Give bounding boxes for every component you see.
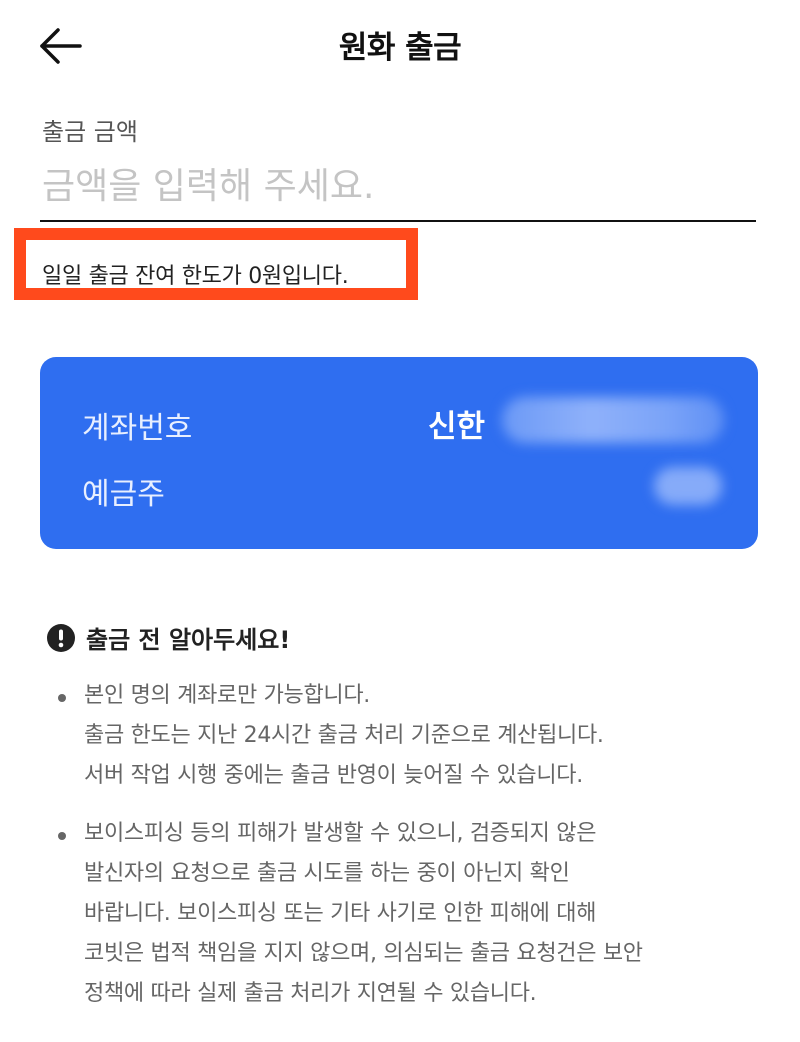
notice-title: 출금 전 알아두세요! <box>86 626 291 654</box>
notice-line: 보이스피싱 등의 피해가 발생할 수 있으니, 검증되지 않은 <box>84 821 597 846</box>
daily-limit-message: 일일 출금 잔여 한도가 0원입니다. <box>42 264 349 289</box>
bullet-dot <box>58 832 66 840</box>
page-title: 원화 출금 <box>338 30 462 66</box>
notice-line: 출금 한도는 지난 24시간 출금 처리 기준으로 계산됩니다. <box>84 723 604 748</box>
account-card: 계좌번호 예금주 신한 <box>40 357 758 549</box>
bullet-dot <box>58 694 66 702</box>
withdraw-krw-screen: 원화 출금 출금 금액 일일 출금 잔여 한도가 0원입니다. 계좌번호 예금주… <box>0 0 800 1042</box>
notice-line: 본인 명의 계좌로만 가능합니다. <box>84 683 370 708</box>
notice-list: 본인 명의 계좌로만 가능합니다. 출금 한도는 지난 24시간 출금 처리 기… <box>58 676 778 1014</box>
notice-line: 정책에 따라 실제 출금 처리가 지연될 수 있습니다. <box>84 981 537 1006</box>
list-item: 보이스피싱 등의 피해가 발생할 수 있으니, 검증되지 않은 발신자의 요청으… <box>58 814 778 1014</box>
list-item: 본인 명의 계좌로만 가능합니다. 출금 한도는 지난 24시간 출금 처리 기… <box>58 676 778 796</box>
bank-name: 신한 <box>428 409 486 445</box>
notice-heading: 출금 전 알아두세요! <box>46 620 290 655</box>
notice-line: 발신자의 요청으로 출금 시도를 하는 중이 아닌지 확인 <box>84 861 570 886</box>
alert-circle-icon <box>47 623 75 652</box>
notice-line: 바랍니다. 보이스피싱 또는 기타 사기로 인한 피해에 대해 <box>84 901 597 926</box>
account-owner-redacted <box>654 467 722 505</box>
amount-label: 출금 금액 <box>42 118 138 146</box>
notice-line: 코빗은 법적 책임을 지지 않으며, 의심되는 출금 요청건은 보안 <box>84 941 643 966</box>
account-number-label: 계좌번호 <box>82 411 193 446</box>
account-owner-label: 예금주 <box>82 477 165 512</box>
amount-input[interactable] <box>40 152 756 222</box>
header: 원화 출금 <box>0 0 800 92</box>
account-number-redacted <box>502 397 724 443</box>
notice-line: 서버 작업 시행 중에는 출금 반영이 늦어질 수 있습니다. <box>84 763 583 788</box>
